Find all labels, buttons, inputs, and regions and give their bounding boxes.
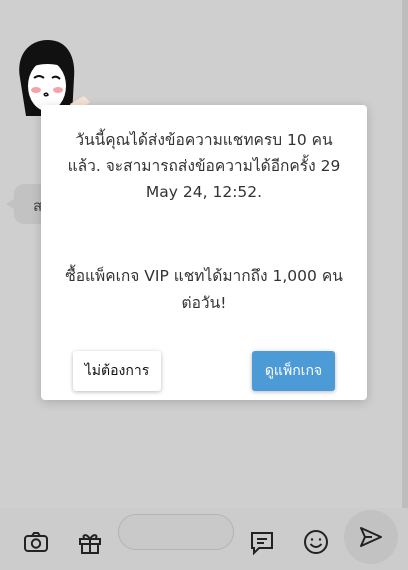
gift-icon[interactable] [76,528,104,556]
vip-promo-text: ซื้อแพ็คเกจ VIP แชทได้มากถึง 1,000 คนต่อ… [65,267,343,312]
message-input[interactable] [118,514,234,550]
send-icon [360,527,382,547]
chat-limit-message: วันนี้คุณได้ส่งข้อความแชทครบ 10 คนแล้ว. … [67,131,341,201]
chat-limit-dialog: วันนี้คุณได้ส่งข้อความแชทครบ 10 คนแล้ว. … [41,105,367,400]
chat-icon[interactable] [248,528,276,556]
view-package-button[interactable]: ดูแพ็กเกจ [252,351,335,391]
camera-icon[interactable] [22,528,50,556]
emoji-icon[interactable] [302,528,330,556]
send-button[interactable] [344,510,398,564]
decline-button[interactable]: ไม่ต้องการ [73,351,161,391]
scrollbar[interactable] [402,0,408,508]
